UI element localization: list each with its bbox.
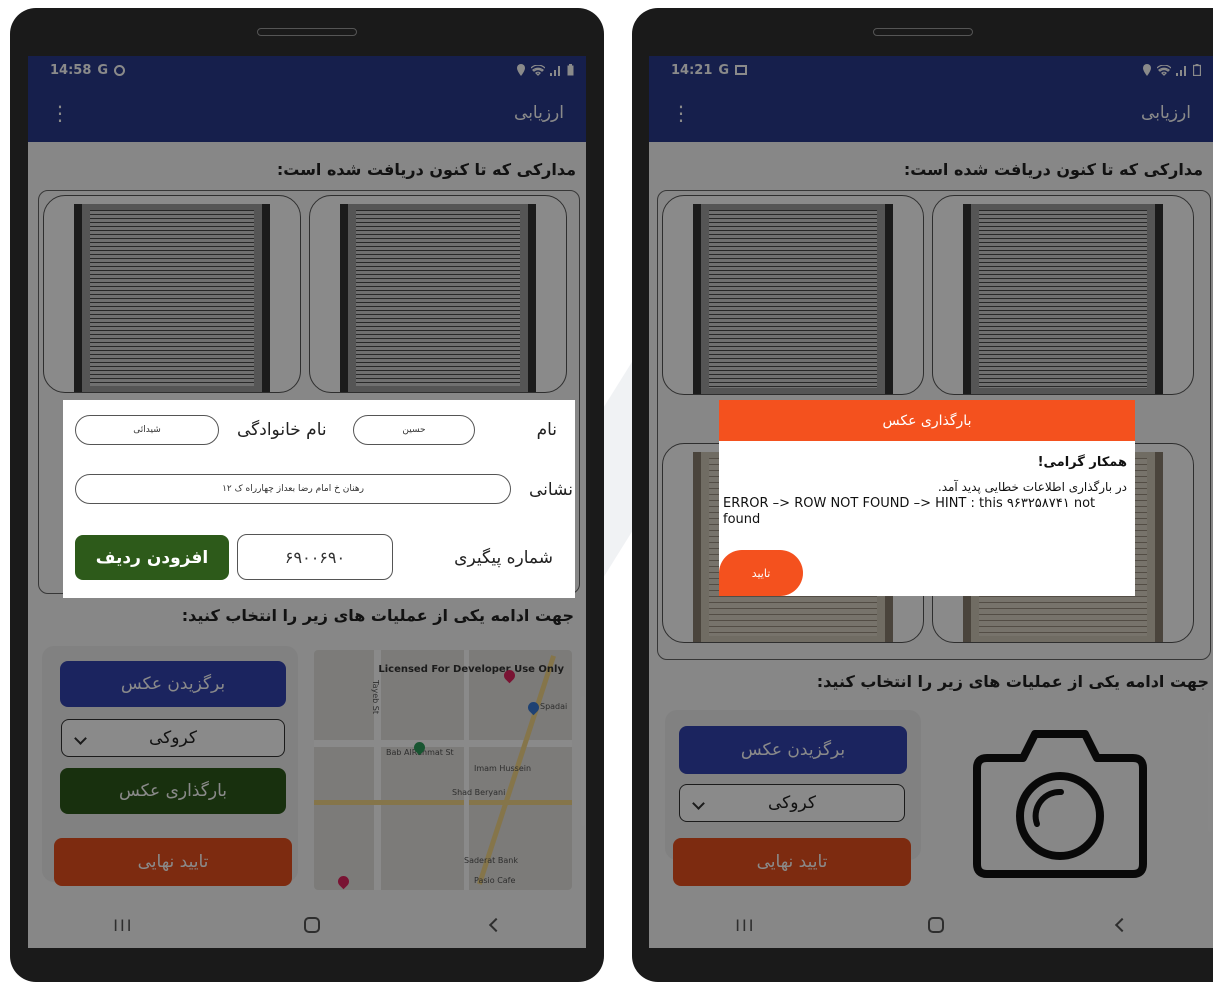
dialog-error-text: ERROR –> ROW NOT FOUND –> HINT : this ۹۶…: [723, 496, 1096, 527]
address-label: نشانی: [529, 480, 573, 500]
dialog-title: بارگذاری عکس: [719, 400, 1135, 441]
family-field[interactable]: شیدائی: [75, 415, 219, 445]
screen-right: 14:21 G ⋮ ارزیابی مدارکی که تا کنون دریا…: [649, 56, 1213, 948]
dialog-message: در بارگذاری اطلاعات خطایی پدید آمد.: [937, 480, 1127, 494]
address-field[interactable]: رهنان خ امام رضا بعداز چهارراه ک ۱۲: [75, 474, 511, 504]
screen-left: 14:58 G ⋮ ارزیابی مدارکی که تا کنون دریا…: [28, 56, 586, 948]
scrollbar[interactable]: [581, 696, 585, 826]
name-label: نام: [536, 420, 557, 440]
device-left: 14:58 G ⋮ ارزیابی مدارکی که تا کنون دریا…: [10, 8, 604, 982]
tracking-number-field[interactable]: ۶۹۰۰۶۹۰: [237, 534, 393, 580]
family-label: نام خانوادگی: [237, 420, 327, 440]
device-right: 14:21 G ⋮ ارزیابی مدارکی که تا کنون دریا…: [632, 8, 1213, 982]
speaker-grille: [872, 28, 973, 36]
scrollbar[interactable]: [1208, 712, 1212, 832]
dialog-ok-button[interactable]: تایید: [719, 550, 803, 596]
speaker-grille: [257, 28, 357, 36]
name-field[interactable]: حسین: [353, 415, 475, 445]
add-row-button[interactable]: افزودن ردیف: [75, 535, 229, 580]
tracking-label: شماره پیگیری: [454, 548, 553, 568]
upload-error-dialog: بارگذاری عکس همکار گرامی! در بارگذاری اط…: [719, 400, 1135, 596]
dialog-greeting: همکار گرامی!: [1037, 455, 1127, 470]
add-row-dialog: نام حسین نام خانوادگی شیدائی نشانی رهنان…: [63, 400, 575, 598]
